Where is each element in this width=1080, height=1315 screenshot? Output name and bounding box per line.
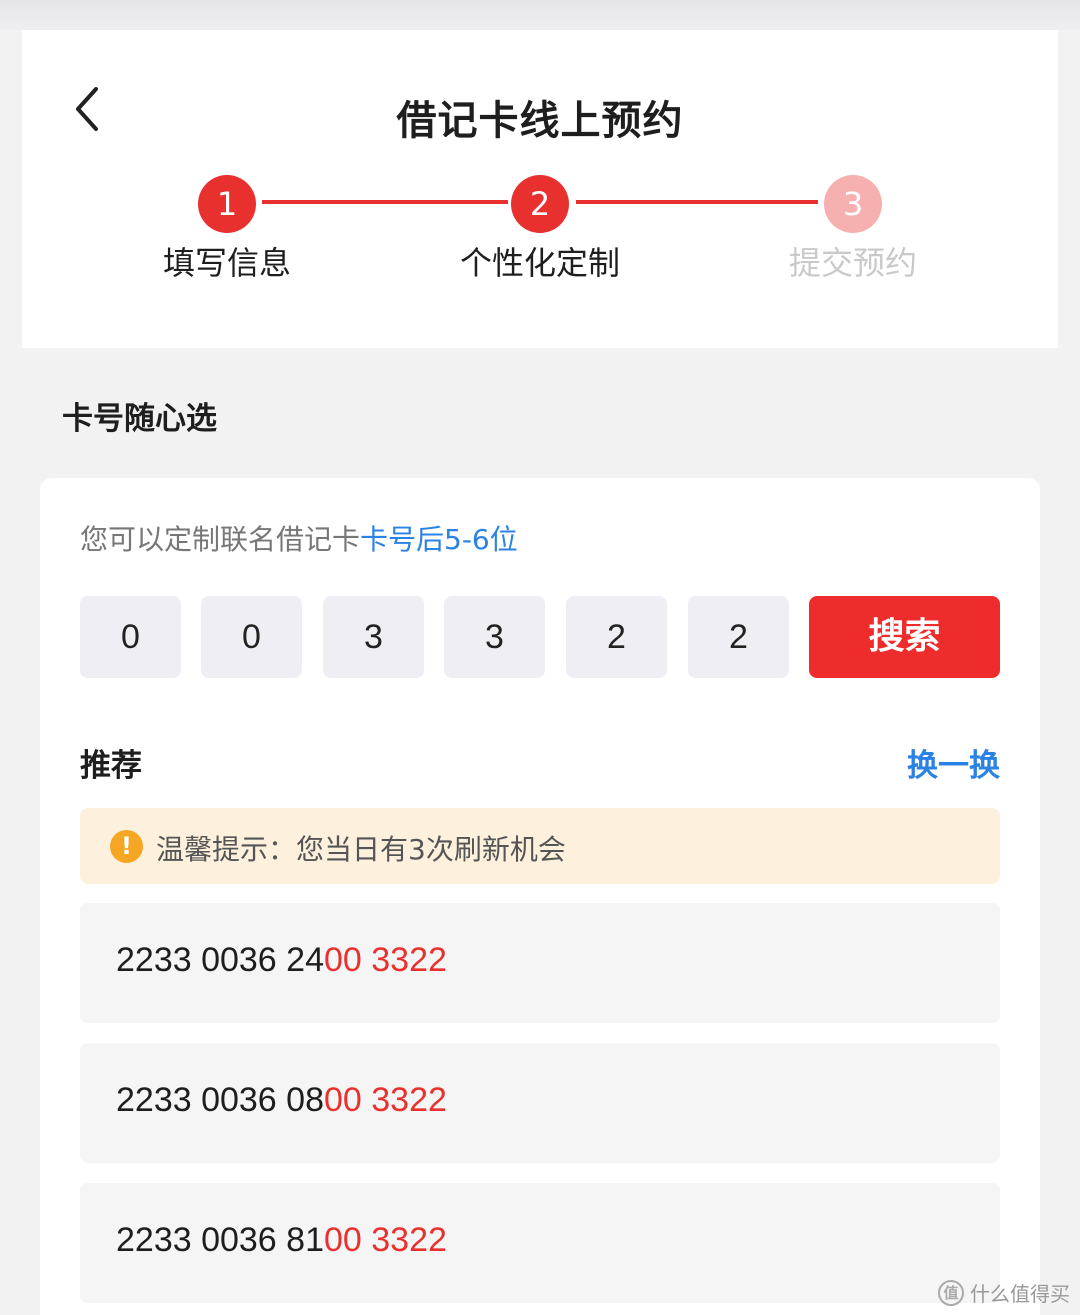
search-button[interactable]: 搜索 <box>809 596 1000 678</box>
number-highlight: 00 3322 <box>323 1221 447 1259</box>
step-2-circle: 2 <box>511 175 569 233</box>
digit-input-1[interactable]: 0 <box>80 596 181 678</box>
number-normal: 2233 0036 24 <box>116 941 324 979</box>
digit-input-6[interactable]: 2 <box>688 596 789 678</box>
number-normal: 2233 0036 08 <box>116 1081 324 1119</box>
number-text: 2233 0036 2400 3322 <box>116 941 447 980</box>
watermark-logo-icon: 值 <box>938 1279 964 1306</box>
recommended-number-3[interactable]: 2233 0036 8100 3322 <box>80 1183 1000 1303</box>
number-text: 2233 0036 8100 3322 <box>116 1221 447 1260</box>
recommended-number-2[interactable]: 2233 0036 0800 3322 <box>80 1043 1000 1163</box>
step-2-label: 个性化定制 <box>459 244 620 282</box>
section-title: 卡号随心选 <box>62 401 217 437</box>
recommended-number-1[interactable]: 2233 0036 2400 3322 <box>80 903 1000 1023</box>
number-normal: 2233 0036 81 <box>116 1221 324 1259</box>
hint-prefix: 您可以定制联名借记卡 <box>80 523 361 556</box>
tip-banner: ! 温馨提示：您当日有3次刷新机会 <box>80 808 1000 884</box>
digit-input-4[interactable]: 3 <box>444 596 545 678</box>
step-1-label: 填写信息 <box>162 244 291 282</box>
customize-hint: 您可以定制联名借记卡卡号后5-6位 <box>80 518 518 558</box>
number-highlight: 00 3322 <box>323 941 447 979</box>
refresh-link[interactable]: 换一换 <box>907 740 1000 785</box>
warning-icon: ! <box>110 830 143 863</box>
step-3-label: 提交预约 <box>788 244 917 282</box>
hint-highlight: 卡号后5-6位 <box>360 523 518 556</box>
step-3-circle: 3 <box>824 175 882 233</box>
number-highlight: 00 3322 <box>323 1081 447 1119</box>
header-card: 借记卡线上预约 1 2 3 填写信息 个性化定制 提交预约 <box>22 30 1058 348</box>
watermark: 值 什么值得买 <box>938 1278 1070 1307</box>
digit-input-5[interactable]: 2 <box>566 596 667 678</box>
card-number-panel: 您可以定制联名借记卡卡号后5-6位 0 0 3 3 2 2 搜索 推荐 换一换 … <box>40 478 1040 1315</box>
digit-input-3[interactable]: 3 <box>323 596 424 678</box>
digit-input-2[interactable]: 0 <box>201 596 302 678</box>
watermark-text: 什么值得买 <box>970 1282 1070 1306</box>
page-title: 借记卡线上预约 <box>396 98 684 144</box>
number-text: 2233 0036 0800 3322 <box>116 1081 447 1120</box>
status-bar-shade <box>0 0 1080 30</box>
tip-text: 温馨提示：您当日有3次刷新机会 <box>156 833 566 866</box>
step-1-circle: 1 <box>198 175 256 233</box>
recommend-title: 推荐 <box>80 748 142 784</box>
step-connector-2 <box>576 200 818 204</box>
step-connector-1 <box>262 200 508 204</box>
